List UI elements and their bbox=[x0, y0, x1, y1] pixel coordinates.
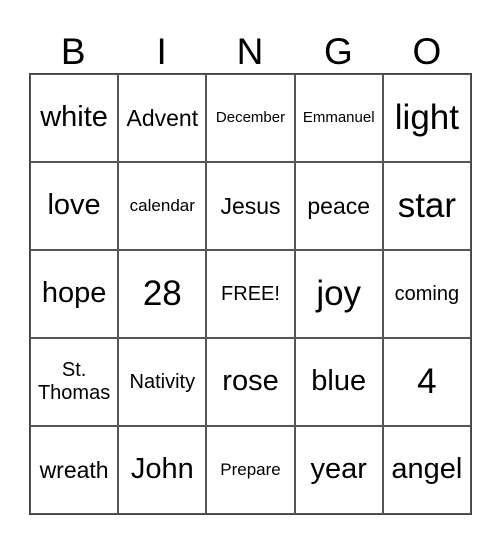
bingo-cell[interactable]: love bbox=[30, 162, 119, 250]
bingo-cell[interactable]: Advent bbox=[118, 74, 207, 162]
header-letter-i: I bbox=[156, 31, 167, 72]
header-letter-n: N bbox=[236, 31, 264, 72]
bingo-cell[interactable]: star bbox=[382, 162, 471, 250]
bingo-cell[interactable]: John bbox=[118, 426, 207, 514]
header-letter-b: B bbox=[60, 31, 86, 72]
bingo-cell[interactable]: blue bbox=[294, 338, 383, 426]
bingo-cell[interactable]: 28 bbox=[118, 250, 207, 338]
bingo-cell[interactable]: wreath bbox=[30, 426, 119, 514]
free-space[interactable]: FREE! bbox=[206, 250, 295, 338]
bingo-header: B I N G O bbox=[29, 30, 471, 74]
bingo-cell[interactable]: Jesus bbox=[206, 162, 295, 250]
bingo-cell[interactable]: rose bbox=[206, 338, 295, 426]
bingo-cell[interactable]: Nativity bbox=[118, 338, 207, 426]
bingo-cell[interactable]: peace bbox=[294, 162, 383, 250]
bingo-cell[interactable]: St. Thomas bbox=[30, 338, 119, 426]
header-letter-g: G bbox=[324, 31, 353, 72]
bingo-cell[interactable]: 4 bbox=[382, 338, 471, 426]
bingo-cell[interactable]: December bbox=[206, 74, 295, 162]
bingo-cell[interactable]: Prepare bbox=[206, 426, 295, 514]
bingo-cell[interactable]: joy bbox=[294, 250, 383, 338]
bingo-cell[interactable]: hope bbox=[30, 250, 119, 338]
bingo-cell[interactable]: light bbox=[382, 74, 471, 162]
bingo-cell[interactable]: white bbox=[30, 74, 119, 162]
bingo-cell[interactable]: angel bbox=[382, 426, 471, 514]
header-letter-o: O bbox=[412, 31, 442, 72]
bingo-cell[interactable]: Emmanuel bbox=[294, 74, 383, 162]
bingo-grid: white Advent December Emmanuel light lov… bbox=[29, 73, 472, 515]
bingo-cell[interactable]: calendar bbox=[118, 162, 207, 250]
bingo-cell[interactable]: year bbox=[294, 426, 383, 514]
bingo-cell[interactable]: coming bbox=[382, 250, 471, 338]
